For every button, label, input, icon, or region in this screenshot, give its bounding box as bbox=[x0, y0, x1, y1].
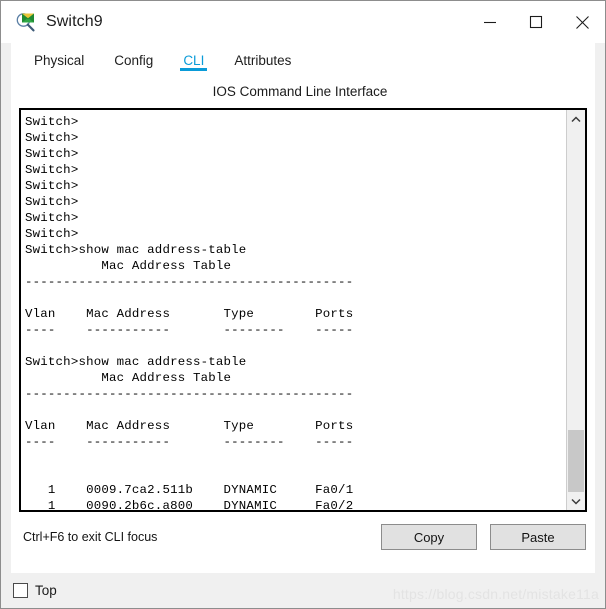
watermark: https://blog.csdn.net/mistake11a bbox=[392, 586, 599, 602]
minimize-button[interactable] bbox=[467, 1, 513, 43]
tab-attributes[interactable]: Attributes bbox=[225, 43, 300, 79]
tab-cli[interactable]: CLI bbox=[174, 43, 213, 79]
scroll-down-button[interactable] bbox=[567, 492, 585, 510]
top-checkbox[interactable] bbox=[13, 583, 28, 598]
device-window: Switch9 Physical Config CLI Attributes I… bbox=[0, 0, 606, 609]
minimize-icon bbox=[484, 21, 496, 24]
maximize-icon bbox=[529, 15, 543, 29]
maximize-button[interactable] bbox=[513, 1, 559, 43]
window-body: IOS Command Line Interface Switch> Switc… bbox=[1, 79, 605, 608]
tab-strip-background: Physical Config CLI Attributes bbox=[1, 43, 605, 79]
scrollbar-thumb[interactable] bbox=[568, 430, 584, 492]
chevron-up-icon bbox=[571, 115, 581, 122]
tab-config[interactable]: Config bbox=[105, 43, 162, 79]
scroll-up-button[interactable] bbox=[567, 110, 585, 128]
close-button[interactable] bbox=[559, 1, 605, 43]
bottom-bar: Top https://blog.csdn.net/mistake11a bbox=[1, 573, 605, 608]
terminal-scrollbar[interactable] bbox=[566, 110, 585, 510]
tab-physical[interactable]: Physical bbox=[25, 43, 93, 79]
copy-button[interactable]: Copy bbox=[381, 524, 477, 550]
paste-button[interactable]: Paste bbox=[490, 524, 586, 550]
window-controls bbox=[467, 1, 605, 43]
top-checkbox-label: Top bbox=[35, 583, 57, 598]
cli-terminal[interactable]: Switch> Switch> Switch> Switch> Switch> … bbox=[21, 110, 566, 510]
tab-strip: Physical Config CLI Attributes bbox=[11, 43, 595, 79]
chevron-down-icon bbox=[571, 498, 581, 505]
packet-tracer-device-icon bbox=[15, 11, 37, 33]
cli-focus-hint: Ctrl+F6 to exit CLI focus bbox=[23, 530, 158, 544]
terminal-output: Switch> Switch> Switch> Switch> Switch> … bbox=[25, 115, 354, 510]
window-title: Switch9 bbox=[46, 13, 103, 30]
close-icon bbox=[575, 15, 589, 29]
cli-footer: Ctrl+F6 to exit CLI focus Copy Paste bbox=[11, 520, 595, 572]
terminal-container: Switch> Switch> Switch> Switch> Switch> … bbox=[19, 108, 587, 512]
panel-heading: IOS Command Line Interface bbox=[212, 84, 388, 99]
cli-panel: IOS Command Line Interface Switch> Switc… bbox=[11, 79, 595, 573]
title-bar: Switch9 bbox=[1, 1, 605, 43]
